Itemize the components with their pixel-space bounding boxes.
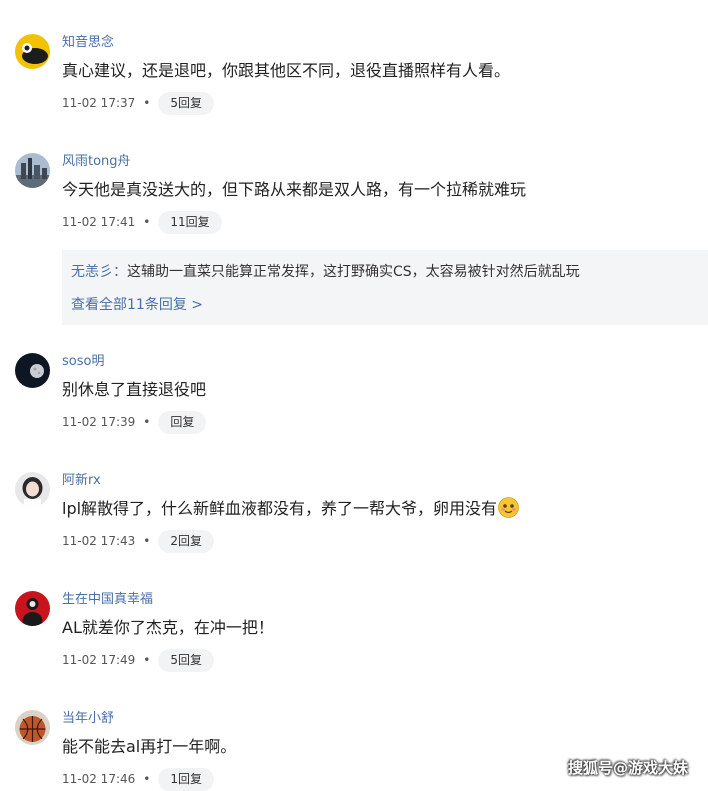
- reply-preview-box: 无恙彡：这辅助一直菜只能算正常发挥，这打野确实CS，太容易被针对然后就乱玩 查看…: [62, 250, 708, 325]
- avatar[interactable]: [15, 472, 50, 507]
- reply-button[interactable]: 5回复: [158, 91, 214, 115]
- reply-text: 这辅助一直菜只能算正常发挥，这打野确实CS，太容易被针对然后就乱玩: [127, 264, 580, 280]
- timestamp: 11-02 17:37: [62, 96, 136, 110]
- timestamp: 11-02 17:39: [62, 415, 136, 429]
- avatar[interactable]: [15, 353, 50, 388]
- comment-meta: 11-02 17:49 • 5回复: [62, 648, 214, 672]
- comment-text: 真心建议，还是退吧，你跟其他区不同，退役直播照样有人看。: [62, 61, 511, 80]
- moon-avatar-icon: [15, 353, 50, 388]
- reply-preview: 无恙彡：这辅助一直菜只能算正常发挥，这打野确实CS，太容易被针对然后就乱玩: [71, 262, 580, 282]
- reply-button[interactable]: 1回复: [158, 767, 214, 791]
- username[interactable]: soso明: [62, 353, 104, 371]
- view-all-replies-link[interactable]: 查看全部11条回复 >: [71, 295, 203, 315]
- separator-dot: •: [143, 215, 151, 229]
- username[interactable]: 当年小舒: [62, 710, 114, 728]
- basketball-avatar-icon: [15, 710, 50, 745]
- avatar[interactable]: [15, 34, 50, 69]
- username[interactable]: 生在中国真幸福: [62, 591, 153, 609]
- comment-text: 别休息了直接退役吧: [62, 380, 207, 399]
- separator-dot: •: [143, 772, 151, 786]
- comment-meta: 11-02 17:43 • 2回复: [62, 529, 214, 553]
- reply-button[interactable]: 2回复: [158, 529, 214, 553]
- red-figure-avatar-icon: [15, 591, 50, 626]
- smile-emoji-icon: [498, 497, 519, 518]
- comment-meta: 11-02 17:41 • 11回复: [62, 210, 222, 234]
- separator-dot: •: [143, 96, 151, 110]
- avatar[interactable]: [15, 591, 50, 626]
- reply-author[interactable]: 无恙彡：: [71, 264, 127, 280]
- avatar[interactable]: [15, 153, 50, 188]
- comment-text: 能不能去al再打一年啊。: [62, 737, 237, 756]
- yellow-avatar-icon: [15, 34, 50, 69]
- timestamp: 11-02 17:49: [62, 653, 136, 667]
- reply-button[interactable]: 回复: [158, 410, 207, 434]
- reply-button[interactable]: 5回复: [158, 648, 214, 672]
- timestamp: 11-02 17:41: [62, 215, 136, 229]
- comment-text: lpl解散得了，什么新鲜血液都没有，养了一帮大爷，卵用没有: [62, 497, 519, 521]
- girl-avatar-icon: [15, 472, 50, 507]
- timestamp: 11-02 17:43: [62, 534, 136, 548]
- separator-dot: •: [143, 534, 151, 548]
- comment-meta: 11-02 17:37 • 5回复: [62, 91, 214, 115]
- separator-dot: •: [143, 415, 151, 429]
- username[interactable]: 风雨tong舟: [62, 153, 131, 171]
- city-avatar-icon: [15, 153, 50, 188]
- avatar[interactable]: [15, 710, 50, 745]
- separator-dot: •: [143, 653, 151, 667]
- comment-meta: 11-02 17:46 • 1回复: [62, 767, 214, 791]
- username[interactable]: 知音思念: [62, 34, 114, 52]
- reply-button[interactable]: 11回复: [158, 210, 222, 234]
- timestamp: 11-02 17:46: [62, 772, 136, 786]
- comment-meta: 11-02 17:39 • 回复: [62, 410, 207, 434]
- username[interactable]: 阿新rx: [62, 472, 101, 490]
- comment-text-content: lpl解散得了，什么新鲜血液都没有，养了一帮大爷，卵用没有: [62, 499, 498, 518]
- comment-text: 今天他是真没送大的，但下路从来都是双人路，有一个拉稀就难玩: [62, 180, 527, 199]
- watermark: 搜狐号@游戏大妹: [568, 759, 689, 777]
- comment-text: AL就差你了杰克，在冲一把！: [62, 618, 274, 637]
